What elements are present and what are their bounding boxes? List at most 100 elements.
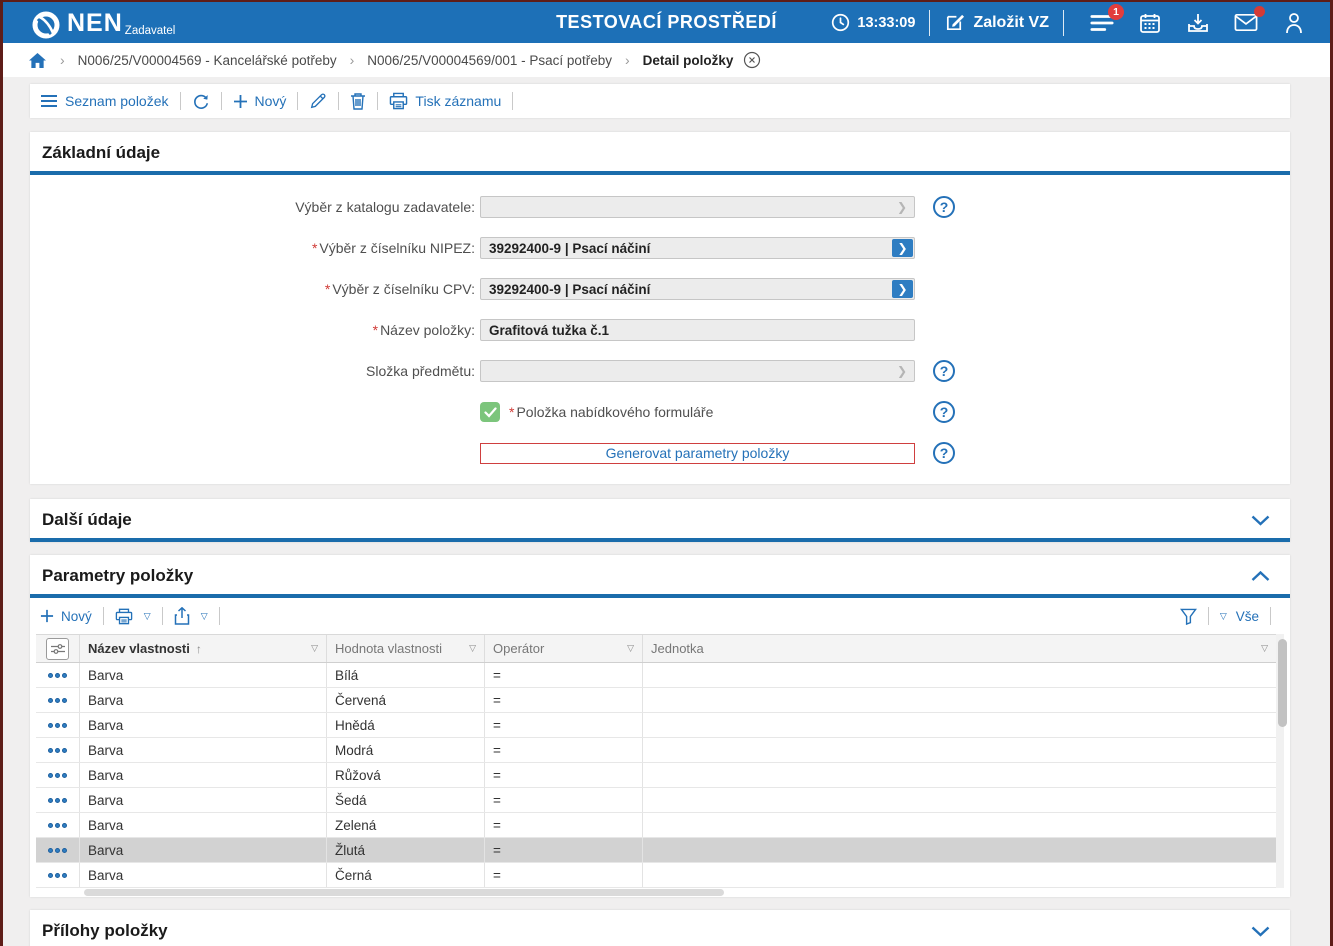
section-basic-info: Základní údaje Výběr z katalogu zadavate…	[30, 132, 1290, 484]
nipez-field[interactable]: 39292400-9 | Psací náčiní ❯	[480, 237, 915, 259]
toolbar-separator	[180, 92, 181, 110]
create-vz-button[interactable]: Založit VZ	[944, 12, 1049, 33]
table-row[interactable]: Barva Červená =	[36, 688, 1276, 713]
list-items-label: Seznam položek	[65, 93, 169, 109]
row-actions-icon[interactable]	[48, 848, 67, 853]
row-actions-icon[interactable]	[48, 723, 67, 728]
row-actions-icon[interactable]	[48, 748, 67, 753]
item-name-label: *Název položky:	[30, 322, 478, 338]
calendar-button[interactable]	[1138, 11, 1162, 35]
generate-parameters-button[interactable]: Generovat parametry položky	[480, 443, 915, 464]
cpv-field[interactable]: 39292400-9 | Psací náčiní ❯	[480, 278, 915, 300]
home-icon[interactable]	[28, 52, 47, 69]
breadcrumb-item-part[interactable]: N006/25/V00004569/001 - Psací potřeby	[367, 53, 612, 68]
nipez-picker-button[interactable]: ❯	[892, 239, 913, 257]
toolbar-separator	[338, 92, 339, 110]
row-actions-icon[interactable]	[48, 823, 67, 828]
form-row-cpv: *Výběr z číselníku CPV: 39292400-9 | Psa…	[30, 278, 1290, 300]
param-new-button[interactable]: Nový	[40, 609, 92, 624]
expand-section-button[interactable]	[1251, 515, 1270, 526]
help-icon[interactable]: ?	[933, 401, 955, 423]
table-row[interactable]: Barva Bílá =	[36, 663, 1276, 688]
expand-section-button[interactable]	[1251, 926, 1270, 937]
scrollbar-thumb[interactable]	[1278, 639, 1287, 727]
edit-button[interactable]	[309, 92, 327, 110]
nipez-value: 39292400-9 | Psací náčiní	[481, 241, 676, 256]
section-parameters: Parametry položky Nový ▽	[30, 555, 1290, 897]
plus-icon	[40, 609, 54, 623]
clock: 13:33:09	[831, 13, 915, 32]
toolbar-separator	[162, 607, 163, 625]
column-settings-button[interactable]	[46, 638, 69, 660]
page-frame: NEN Zadavatel TESTOVACÍ PROSTŘEDÍ 13:33:…	[0, 0, 1333, 946]
new-button[interactable]: Nový	[233, 93, 287, 109]
column-filter-icon[interactable]: ▽	[469, 643, 476, 654]
inbox-button[interactable]	[1186, 11, 1210, 35]
breadcrumb-item-contract[interactable]: N006/25/V00004569 - Kancelářské potřeby	[78, 53, 337, 68]
table-horizontal-scrollbar[interactable]	[36, 888, 1270, 897]
dropdown-triangle-icon: ▽	[201, 611, 208, 622]
param-new-label: Nový	[61, 609, 92, 624]
column-filter-icon[interactable]: ▽	[311, 643, 318, 654]
row-actions-icon[interactable]	[48, 773, 67, 778]
form-row-folder: Složka předmětu: ❯ ?	[30, 360, 1290, 382]
list-items-button[interactable]: Seznam položek	[40, 93, 169, 109]
app-header: NEN Zadavatel TESTOVACÍ PROSTŘEDÍ 13:33:…	[3, 2, 1330, 43]
param-print-button[interactable]: ▽	[115, 608, 151, 625]
row-actions-icon[interactable]	[48, 873, 67, 878]
column-header-unit[interactable]: Jednotka ▽	[643, 635, 1276, 662]
header-divider	[929, 10, 930, 36]
column-header-value[interactable]: Hodnota vlastnosti ▽	[327, 635, 485, 662]
table-row-selected[interactable]: Barva Žlutá =	[36, 838, 1276, 863]
collapse-section-button[interactable]	[1251, 571, 1270, 582]
chevron-down-icon	[1251, 926, 1270, 937]
toolbar-separator	[103, 607, 104, 625]
folder-field[interactable]: ❯	[480, 360, 915, 382]
messages-button[interactable]	[1234, 11, 1258, 35]
help-icon[interactable]: ?	[933, 360, 955, 382]
item-name-input[interactable]: Grafitová tužka č.1	[480, 319, 915, 341]
cpv-picker-button[interactable]: ❯	[892, 280, 913, 298]
row-actions-icon[interactable]	[48, 673, 67, 678]
dropdown-triangle-icon: ▽	[1220, 611, 1227, 622]
catalog-field[interactable]: ❯	[480, 196, 915, 218]
param-export-button[interactable]: ▽	[174, 607, 208, 625]
help-icon[interactable]: ?	[933, 442, 955, 464]
row-actions-icon[interactable]	[48, 698, 67, 703]
filter-button[interactable]	[1180, 608, 1197, 625]
brand[interactable]: NEN Zadavatel	[31, 6, 175, 40]
messages-badge-dot	[1254, 6, 1265, 17]
column-header-operator[interactable]: Operátor ▽	[485, 635, 643, 662]
record-toolbar: Seznam položek Nový Tisk záznamu	[30, 84, 1290, 118]
form-row-generate: Generovat parametry položky ?	[30, 442, 1290, 464]
help-icon[interactable]: ?	[933, 196, 955, 218]
checkmark-icon	[484, 407, 497, 418]
table-row[interactable]: Barva Hnědá =	[36, 713, 1276, 738]
table-row[interactable]: Barva Modrá =	[36, 738, 1276, 763]
new-label: Nový	[255, 93, 287, 109]
print-record-button[interactable]: Tisk záznamu	[389, 92, 501, 110]
refresh-icon	[192, 92, 210, 110]
parameters-toolbar: Nový ▽ ▽ ▽	[30, 598, 1290, 634]
column-filter-icon[interactable]: ▽	[1261, 643, 1268, 654]
list-icon	[40, 94, 58, 108]
scrollbar-thumb[interactable]	[84, 889, 724, 896]
menu-button[interactable]: 1	[1090, 11, 1114, 35]
delete-button[interactable]	[350, 92, 366, 110]
filter-all-button[interactable]: ▽ Vše	[1220, 609, 1259, 624]
row-actions-icon[interactable]	[48, 798, 67, 803]
profile-button[interactable]	[1282, 11, 1306, 35]
table-row[interactable]: Barva Šedá =	[36, 788, 1276, 813]
refresh-button[interactable]	[192, 92, 210, 110]
table-row[interactable]: Barva Černá =	[36, 863, 1276, 888]
table-row[interactable]: Barva Růžová =	[36, 763, 1276, 788]
toolbar-separator	[219, 607, 220, 625]
chevron-up-icon	[1251, 571, 1270, 582]
table-row[interactable]: Barva Zelená =	[36, 813, 1276, 838]
column-filter-icon[interactable]: ▽	[627, 643, 634, 654]
close-tab-button[interactable]	[743, 51, 761, 69]
column-header-name[interactable]: Název vlastnosti ↑ ▽	[80, 635, 327, 662]
breadcrumb-separator: ›	[350, 52, 355, 68]
offer-form-checkbox[interactable]	[480, 402, 500, 422]
table-vertical-scrollbar[interactable]	[1276, 634, 1284, 888]
